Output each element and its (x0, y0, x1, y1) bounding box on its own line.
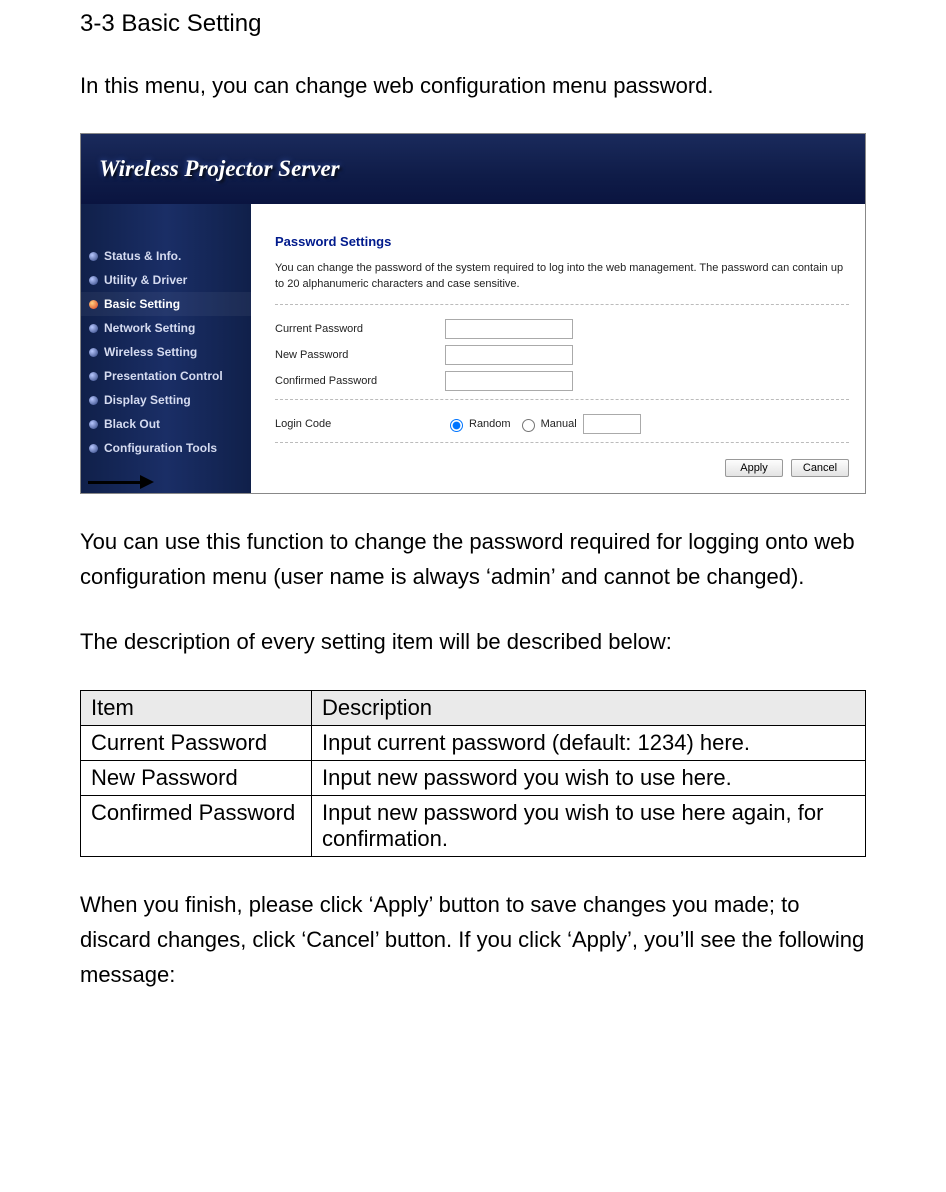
bullet-icon (89, 300, 98, 309)
radio-random-label: Random (469, 418, 511, 430)
button-row: Apply Cancel (275, 459, 849, 483)
table-cell-desc: Input new password you wish to use here … (312, 795, 866, 856)
divider (275, 442, 849, 443)
description-table: Item Description Current Password Input … (80, 690, 866, 857)
table-head-desc: Description (312, 690, 866, 725)
app-header-title: Wireless Projector Server (99, 156, 340, 182)
bullet-icon (89, 252, 98, 261)
sidebar-item-label: Status & Info. (104, 249, 181, 263)
table-cell-item: Confirmed Password (81, 795, 312, 856)
divider (275, 399, 849, 400)
content-panel: Password Settings You can change the pas… (251, 204, 865, 493)
table-cell-item: New Password (81, 760, 312, 795)
sidebar-item-label: Utility & Driver (104, 273, 187, 287)
bullet-icon (89, 420, 98, 429)
cancel-button[interactable]: Cancel (791, 459, 849, 477)
sidebar-item-label: Display Setting (104, 393, 191, 407)
table-row: Confirmed Password Input new password yo… (81, 795, 866, 856)
row-current-password: Current Password (275, 319, 849, 339)
bullet-icon (89, 324, 98, 333)
sidebar-item-black-out[interactable]: Black Out (81, 412, 251, 436)
row-new-password: New Password (275, 345, 849, 365)
table-head-item: Item (81, 690, 312, 725)
bullet-icon (89, 276, 98, 285)
body-paragraph-3: When you finish, please click ‘Apply’ bu… (80, 887, 866, 993)
table-cell-desc: Input new password you wish to use here. (312, 760, 866, 795)
intro-paragraph: In this menu, you can change web configu… (80, 68, 866, 103)
sidebar-item-label: Black Out (104, 417, 160, 431)
sidebar-item-network-setting[interactable]: Network Setting (81, 316, 251, 340)
bullet-icon (89, 444, 98, 453)
table-row: Current Password Input current password … (81, 725, 866, 760)
sidebar-item-basic-setting[interactable]: Basic Setting (81, 292, 251, 316)
label-login-code: Login Code (275, 418, 445, 430)
body-paragraph-2: The description of every setting item wi… (80, 624, 866, 659)
pointer-arrow (88, 475, 154, 489)
input-confirmed-password[interactable] (445, 371, 573, 391)
panel-tagline: You can change the password of the syste… (275, 261, 849, 292)
input-new-password[interactable] (445, 345, 573, 365)
sidebar-item-status-info[interactable]: Status & Info. (81, 244, 251, 268)
sidebar-item-wireless-setting[interactable]: Wireless Setting (81, 340, 251, 364)
sidebar-item-label: Wireless Setting (104, 345, 197, 359)
label-confirmed-password: Confirmed Password (275, 375, 445, 387)
sidebar-item-utility-driver[interactable]: Utility & Driver (81, 268, 251, 292)
sidebar-item-label: Basic Setting (104, 297, 180, 311)
input-current-password[interactable] (445, 319, 573, 339)
radio-random[interactable] (450, 419, 463, 432)
label-current-password: Current Password (275, 323, 445, 335)
label-new-password: New Password (275, 349, 445, 361)
input-manual-code[interactable] (583, 414, 641, 434)
app-header: Wireless Projector Server (81, 134, 865, 204)
section-title: 3-3 Basic Setting (80, 10, 866, 38)
bullet-icon (89, 372, 98, 381)
sidebar-item-display-setting[interactable]: Display Setting (81, 388, 251, 412)
bullet-icon (89, 348, 98, 357)
bullet-icon (89, 396, 98, 405)
table-cell-desc: Input current password (default: 1234) h… (312, 725, 866, 760)
radio-manual[interactable] (522, 419, 535, 432)
sidebar-nav: Status & Info. Utility & Driver Basic Se… (81, 204, 251, 493)
divider (275, 304, 849, 305)
table-row: New Password Input new password you wish… (81, 760, 866, 795)
radio-manual-label: Manual (541, 418, 577, 430)
panel-heading: Password Settings (275, 234, 849, 249)
sidebar-item-label: Presentation Control (104, 369, 223, 383)
sidebar-item-configuration-tools[interactable]: Configuration Tools (81, 436, 251, 460)
sidebar-item-label: Network Setting (104, 321, 195, 335)
embedded-screenshot: Wireless Projector Server Status & Info.… (80, 133, 866, 494)
table-cell-item: Current Password (81, 725, 312, 760)
row-login-code: Login Code Random Manual (275, 414, 849, 434)
sidebar-item-label: Configuration Tools (104, 441, 217, 455)
sidebar-item-presentation-control[interactable]: Presentation Control (81, 364, 251, 388)
row-confirmed-password: Confirmed Password (275, 371, 849, 391)
apply-button[interactable]: Apply (725, 459, 783, 477)
body-paragraph-1: You can use this function to change the … (80, 524, 866, 594)
